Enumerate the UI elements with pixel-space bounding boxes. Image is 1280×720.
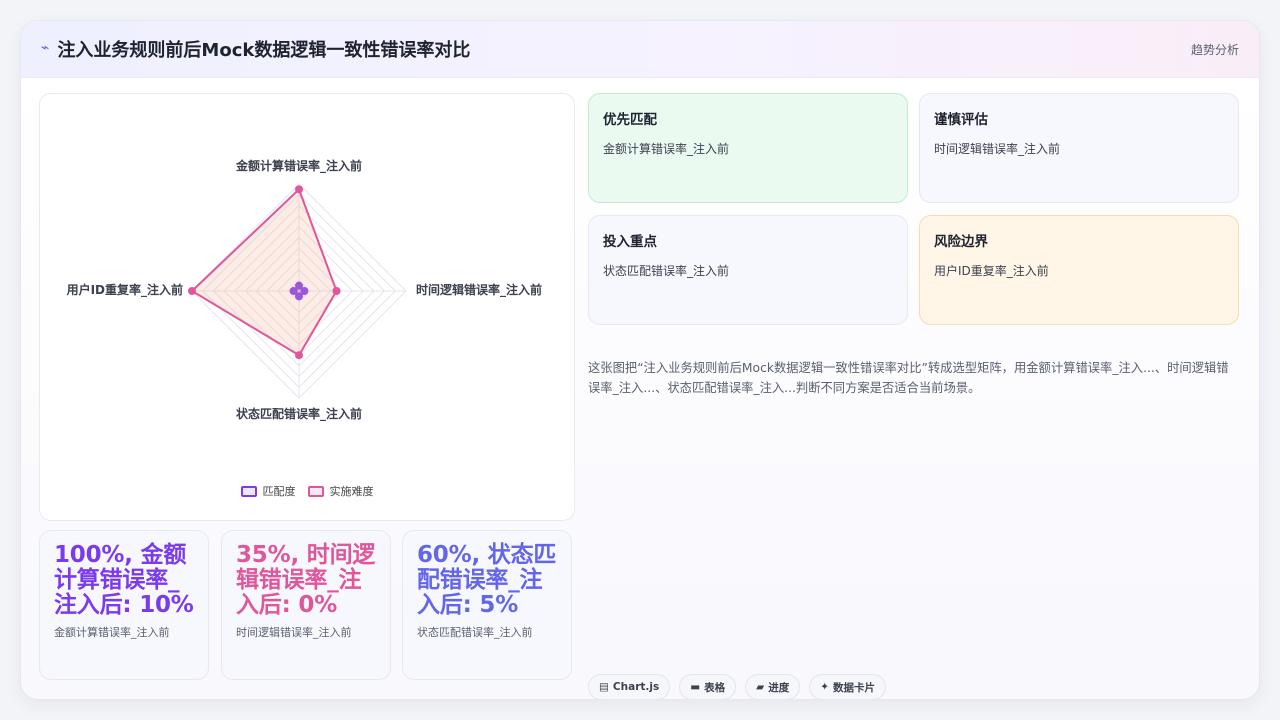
radar-series bbox=[188, 185, 341, 360]
page-title: 注入业务规则前后Mock数据逻辑一致性错误率对比 bbox=[57, 40, 471, 61]
metric-value-status: 60%, 状态匹配错误率_注入后: 5% bbox=[417, 542, 557, 618]
radar-point[interactable] bbox=[295, 185, 303, 194]
chart-description: 这张图把“注入业务规则前后Mock数据逻辑一致性错误率对比”转成选型矩阵，用金额… bbox=[588, 361, 1229, 395]
legend-label-match: 匹配度 bbox=[262, 485, 296, 498]
card-title: 优先匹配 bbox=[603, 112, 657, 128]
card-text: 用户ID重复率_注入前 bbox=[934, 264, 1049, 278]
header: ⌁ 注入业务规则前后Mock数据逻辑一致性错误率对比 趋势分析 bbox=[21, 21, 1259, 78]
radar-chart-card: 金额计算错误率_注入前 时间逻辑错误率_注入前 状态匹配错误率_注入前 用户ID… bbox=[39, 93, 575, 521]
metric-card-status: 60%, 状态匹配错误率_注入后: 5% 状态匹配错误率_注入前 bbox=[402, 530, 572, 680]
card-title: 风险边界 bbox=[934, 234, 988, 250]
progress-icon: ▰ bbox=[756, 681, 765, 693]
legend-item-match[interactable]: 匹配度 bbox=[240, 483, 296, 499]
metric-value-amount: 100%, 金额计算错误率_注入后: 10% bbox=[54, 542, 194, 618]
chart-icon: ▤ bbox=[599, 681, 609, 693]
chart-line-icon: ⌁ bbox=[41, 40, 50, 56]
radar-point[interactable] bbox=[188, 287, 196, 295]
metric-card-amount: 100%, 金额计算错误率_注入后: 10% 金额计算错误率_注入前 bbox=[39, 530, 209, 680]
axis-label-status: 状态匹配错误率_注入前 bbox=[236, 406, 362, 422]
card-text: 时间逻辑错误率_注入前 bbox=[934, 142, 1061, 156]
radar-point[interactable] bbox=[332, 287, 341, 295]
table-icon: ▬ bbox=[690, 681, 701, 693]
sparkle-icon: ✦ bbox=[820, 681, 830, 693]
tag-label: 数据卡片 bbox=[833, 681, 876, 694]
tag-list: ▤ Chart.js ▬ 表格 ▰ 进度 ✦ 数据卡片 bbox=[588, 674, 887, 699]
axis-label-userid: 用户ID重复率_注入前 bbox=[66, 282, 183, 298]
radar-point[interactable] bbox=[295, 351, 303, 360]
card-title: 谨慎评估 bbox=[934, 112, 988, 128]
metric-label-time: 时间逻辑错误率_注入前 bbox=[236, 626, 352, 639]
metric-label-status: 状态匹配错误率_注入前 bbox=[417, 626, 533, 639]
dashboard-frame: ⌁ 注入业务规则前后Mock数据逻辑一致性错误率对比 趋势分析 金额计算错误率_… bbox=[20, 20, 1260, 700]
card-title: 投入重点 bbox=[603, 234, 657, 250]
axis-label-time: 时间逻辑错误率_注入前 bbox=[416, 282, 542, 298]
title-wrap: ⌁ 注入业务规则前后Mock数据逻辑一致性错误率对比 bbox=[41, 36, 470, 62]
chart-legend: 匹配度 实施难度 bbox=[40, 483, 574, 499]
tag-table[interactable]: ▬ 表格 bbox=[679, 674, 737, 699]
card-text: 金额计算错误率_注入前 bbox=[603, 142, 730, 156]
legend-swatch-difficulty bbox=[307, 485, 324, 497]
metric-value-time: 35%, 时间逻辑错误率_注入后: 0% bbox=[236, 542, 376, 618]
tag-progress[interactable]: ▰ 进度 bbox=[745, 674, 801, 699]
tag-label: 表格 bbox=[704, 681, 726, 694]
metric-label-amount: 金额计算错误率_注入前 bbox=[54, 626, 170, 639]
metric-card-time: 35%, 时间逻辑错误率_注入后: 0% 时间逻辑错误率_注入前 bbox=[221, 530, 391, 680]
content-area: 金额计算错误率_注入前 时间逻辑错误率_注入前 状态匹配错误率_注入前 用户ID… bbox=[21, 78, 1259, 699]
radar-chart: 金额计算错误率_注入前 时间逻辑错误率_注入前 状态匹配错误率_注入前 用户ID… bbox=[66, 158, 542, 422]
card-risk-boundary[interactable]: 风险边界 用户ID重复率_注入前 bbox=[919, 215, 1239, 325]
legend-item-difficulty[interactable]: 实施难度 bbox=[307, 483, 374, 499]
axis-label-amount: 金额计算错误率_注入前 bbox=[235, 158, 362, 174]
tag-label: Chart.js bbox=[612, 681, 660, 693]
card-priority-match[interactable]: 优先匹配 金额计算错误率_注入前 bbox=[588, 93, 908, 203]
legend-swatch-match bbox=[240, 485, 257, 497]
card-text: 状态匹配错误率_注入前 bbox=[603, 264, 730, 278]
tag-data-cards[interactable]: ✦ 数据卡片 bbox=[809, 674, 887, 699]
radar-series-area bbox=[190, 187, 338, 357]
legend-label-difficulty: 实施难度 bbox=[329, 485, 374, 498]
tag-chartjs[interactable]: ▤ Chart.js bbox=[588, 674, 671, 699]
trend-analysis-label[interactable]: 趋势分析 bbox=[1191, 41, 1239, 58]
tag-label: 进度 bbox=[768, 681, 790, 694]
card-investment-focus[interactable]: 投入重点 状态匹配错误率_注入前 bbox=[588, 215, 908, 325]
card-careful-eval[interactable]: 谨慎评估 时间逻辑错误率_注入前 bbox=[919, 93, 1239, 203]
